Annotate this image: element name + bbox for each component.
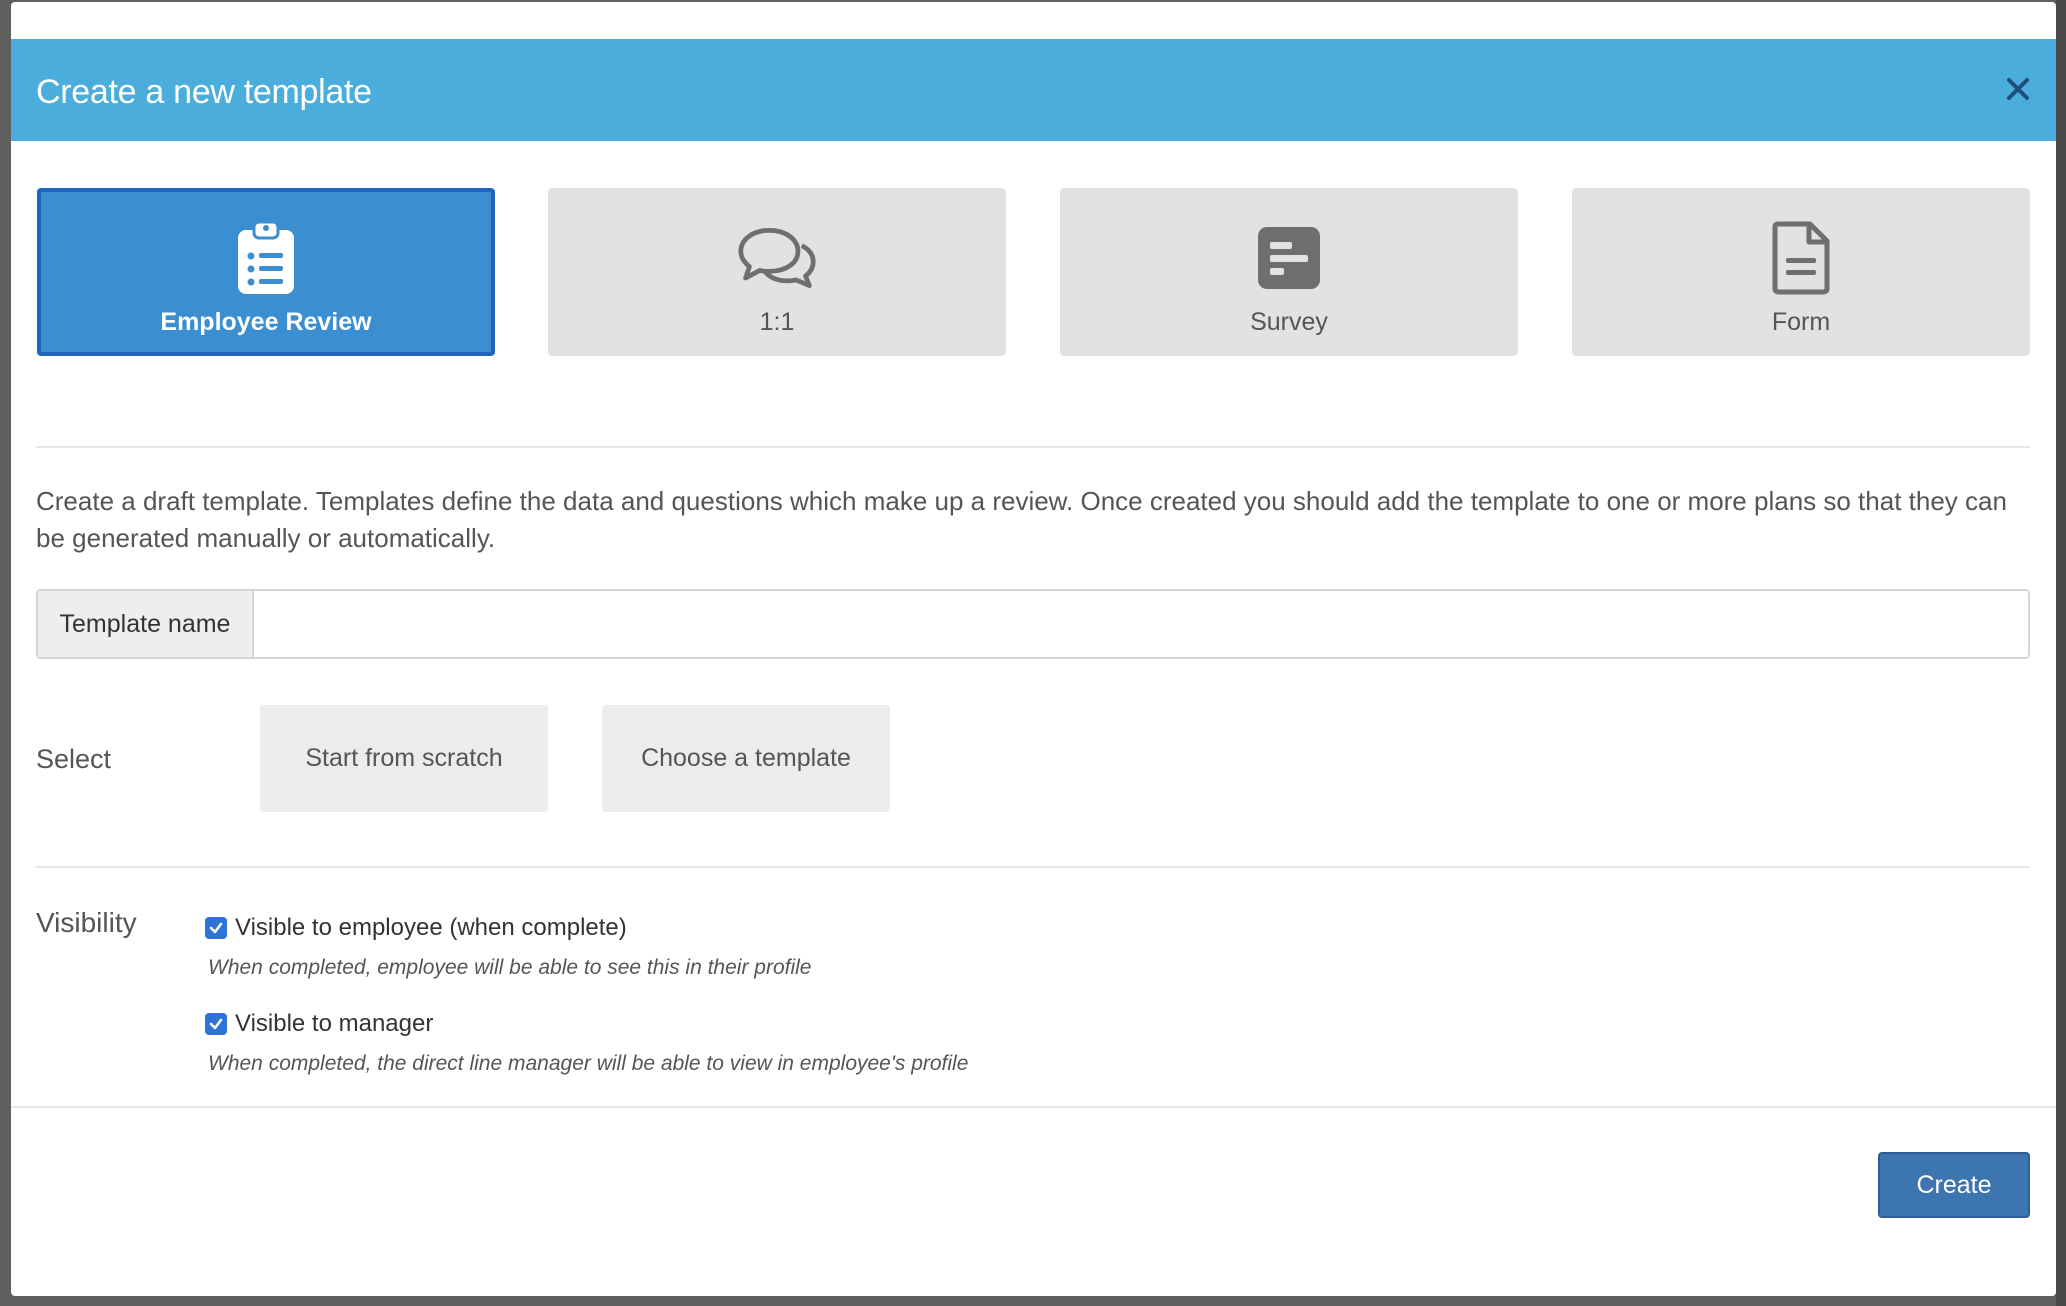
modal-header: Create a new template [11, 39, 2056, 141]
type-card-one-on-one[interactable]: 1:1 [548, 188, 1006, 356]
close-button[interactable] [2000, 71, 2036, 107]
type-card-label: Form [1771, 308, 1831, 336]
modal-backdrop [2056, 0, 2066, 1306]
type-card-label: Employee Review [160, 308, 372, 336]
visible-to-manager-option: Visible to manager [205, 1010, 433, 1038]
survey-icon [1249, 218, 1329, 298]
type-card-label: 1:1 [759, 308, 795, 336]
create-button[interactable]: Create [1878, 1152, 2030, 1218]
visibility-label: Visibility [36, 907, 137, 938]
template-name-group: Template name [36, 589, 2030, 659]
footer-divider [11, 1106, 2056, 1108]
visible-to-employee-help: When completed, employee will be able to… [208, 956, 812, 979]
type-card-employee-review[interactable]: Employee Review [37, 188, 495, 356]
visible-to-manager-checkbox[interactable] [205, 1013, 227, 1035]
select-label: Select [36, 744, 112, 774]
checkmark-icon [209, 922, 223, 934]
visible-to-employee-option: Visible to employee (when complete) [205, 914, 627, 942]
type-card-label: Survey [1250, 308, 1328, 336]
start-from-scratch-button[interactable]: Start from scratch [260, 705, 548, 812]
close-icon [2007, 78, 2029, 100]
visible-to-manager-label: Visible to manager [235, 1010, 434, 1037]
choose-a-template-button[interactable]: Choose a template [602, 705, 890, 812]
type-card-survey[interactable]: Survey [1060, 188, 1518, 356]
modal-title: Create a new template [36, 73, 372, 111]
visible-to-employee-label: Visible to employee (when complete) [235, 914, 627, 941]
checkmark-icon [209, 1018, 223, 1030]
document-icon [1761, 218, 1841, 298]
create-template-modal: Create a new template Employee Review 1:… [11, 2, 2056, 1296]
divider [36, 446, 2030, 448]
chat-bubbles-icon [737, 218, 817, 298]
visible-to-employee-checkbox[interactable] [205, 917, 227, 939]
template-name-label: Template name [38, 591, 254, 657]
template-name-input[interactable] [254, 591, 2028, 657]
description-text: Create a draft template. Templates defin… [36, 486, 2007, 553]
divider [36, 866, 2030, 868]
visible-to-manager-help: When completed, the direct line manager … [208, 1052, 969, 1075]
type-card-form[interactable]: Form [1572, 188, 2030, 356]
clipboard-list-icon [226, 218, 306, 298]
